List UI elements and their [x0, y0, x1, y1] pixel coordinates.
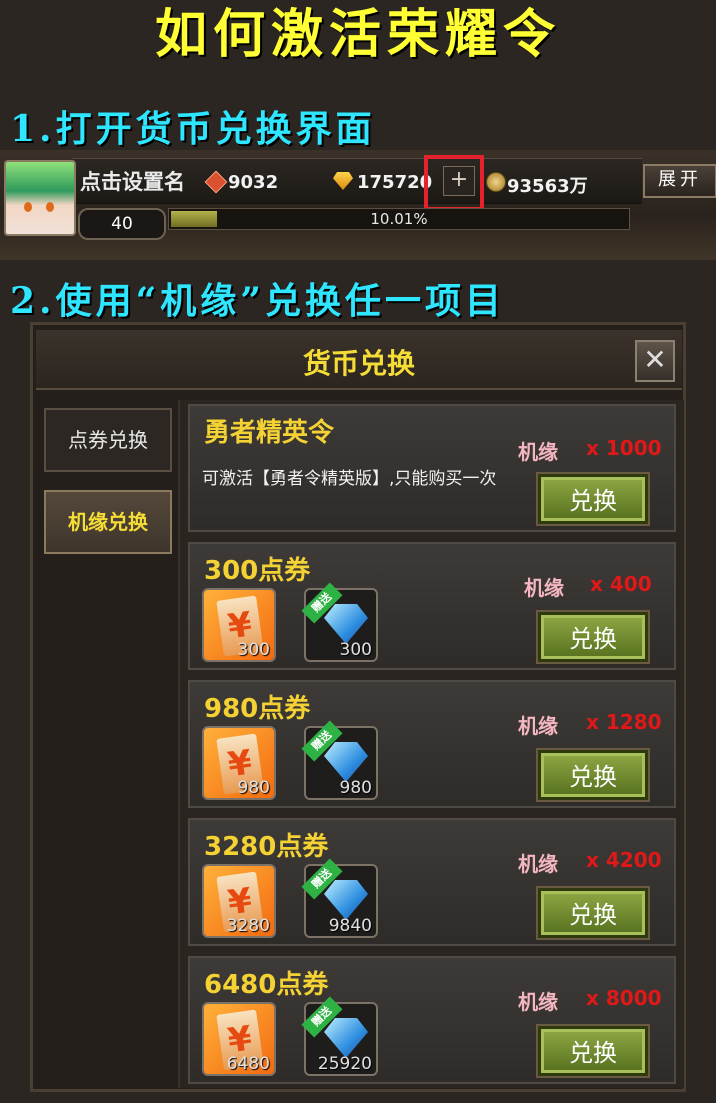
coupon-item[interactable]: ¥ 980	[202, 726, 276, 800]
coupon-item[interactable]: ¥ 6480	[202, 1002, 276, 1076]
bonus-diamond-item[interactable]: 赠送 9840	[301, 858, 378, 938]
cost-label: 机缘	[518, 714, 558, 738]
highlight-box	[424, 155, 484, 211]
cost-label: 机缘	[518, 990, 558, 1014]
tab-fortune-exchange[interactable]: 机缘兑换	[44, 490, 172, 554]
diamond-icon	[324, 1018, 368, 1058]
player-avatar[interactable]	[4, 160, 76, 236]
bonus-diamond-item[interactable]: 赠送 25920	[301, 996, 378, 1076]
exchange-card-elite-token: 勇者精英令 可激活【勇者令精英版】,只能购买一次 机缘 x 1000 兑换	[188, 404, 676, 532]
card-title: 3280点券	[204, 832, 329, 862]
close-icon[interactable]: ✕	[635, 340, 675, 382]
player-level: 40	[78, 208, 166, 240]
card-title: 6480点券	[204, 970, 329, 1000]
cost-label: 机缘	[518, 440, 558, 464]
coin-icon	[486, 172, 506, 192]
diamond-quantity: 25920	[317, 1054, 372, 1074]
cost-value: x 4200	[586, 848, 662, 872]
page-title: 如何激活荣耀令	[154, 4, 561, 65]
dialog-title: 货币兑换	[302, 347, 415, 380]
avatar-eye-left	[24, 202, 32, 212]
bonus-diamond-item[interactable]: 赠送 980	[301, 720, 378, 800]
diamond-icon	[324, 604, 368, 644]
card-title: 300点券	[204, 556, 311, 586]
step-one-heading: 1.打开货币兑换界面	[10, 108, 376, 150]
gold-gem-count: 175720	[357, 172, 433, 193]
diamond-quantity: 980	[339, 778, 372, 798]
expand-button[interactable]: 展开	[643, 164, 716, 198]
coupon-quantity: 6480	[226, 1054, 270, 1074]
diamond-quantity: 9840	[328, 916, 372, 936]
exchange-card-300: 300点券 ¥ 300 赠送 300 机缘 x 400 兑换	[188, 542, 676, 670]
card-title: 980点券	[204, 694, 311, 724]
exchange-button[interactable]: 兑换	[536, 748, 650, 802]
cost-label: 机缘	[524, 576, 564, 600]
exchange-button[interactable]: 兑换	[536, 610, 650, 664]
tab-coupon-exchange[interactable]: 点券兑换	[44, 408, 172, 472]
cost-value: x 8000	[586, 986, 662, 1010]
exchange-button[interactable]: 兑换	[536, 1024, 650, 1078]
exchange-button[interactable]: 兑换	[536, 886, 650, 940]
card-title: 勇者精英令	[204, 418, 335, 448]
cost-value: x 1280	[586, 710, 662, 734]
coupon-quantity: 980	[237, 778, 270, 798]
exp-percent-text: 10.01%	[370, 210, 428, 228]
exchange-card-6480: 6480点券 ¥ 6480 赠送 25920 机缘 x 8000 兑换	[188, 956, 676, 1084]
cost-label: 机缘	[518, 852, 558, 876]
coupon-quantity: 300	[237, 640, 270, 660]
avatar-eye-right	[46, 202, 54, 212]
coupon-quantity: 3280	[226, 916, 270, 936]
cost-value: x 400	[590, 572, 652, 596]
coupon-item[interactable]: ¥ 300	[202, 588, 276, 662]
coupon-item[interactable]: ¥ 3280	[202, 864, 276, 938]
player-name-label[interactable]: 点击设置名	[80, 166, 185, 196]
exchange-button[interactable]: 兑换	[536, 472, 650, 526]
exchange-card-980: 980点券 ¥ 980 赠送 980 机缘 x 1280 兑换	[188, 680, 676, 808]
exchange-card-3280: 3280点券 ¥ 3280 赠送 9840 机缘 x 4200 兑换	[188, 818, 676, 946]
cost-value: x 1000	[586, 436, 662, 460]
step-two-heading: 2.使用“机缘”兑换任一项目	[10, 280, 505, 322]
diamond-icon	[324, 742, 368, 782]
red-gem-count: 9032	[228, 172, 279, 193]
exp-progress-bar: 10.01%	[168, 208, 630, 230]
diamond-quantity: 300	[339, 640, 372, 660]
coin-count: 93563万	[507, 176, 588, 197]
bonus-diamond-item[interactable]: 赠送 300	[301, 582, 378, 662]
card-description: 可激活【勇者令精英版】,只能购买一次	[202, 469, 497, 489]
diamond-icon	[324, 880, 368, 920]
